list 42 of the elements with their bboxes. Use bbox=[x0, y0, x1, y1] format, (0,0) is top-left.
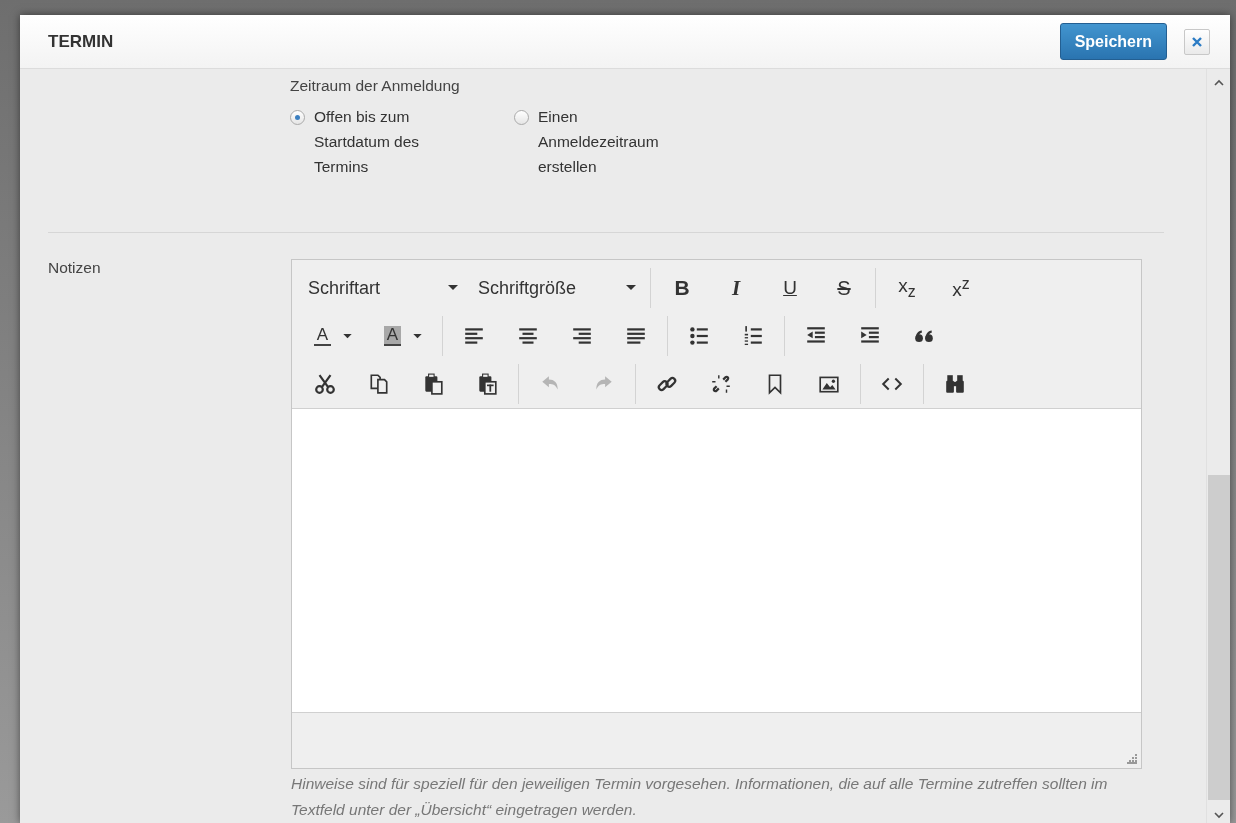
scrollbar[interactable] bbox=[1206, 69, 1230, 823]
binoculars-icon bbox=[944, 373, 966, 395]
copy-icon bbox=[368, 373, 390, 395]
radio-button[interactable] bbox=[514, 110, 529, 125]
clipboard-icon bbox=[422, 373, 444, 395]
clipboard-text-icon bbox=[476, 373, 498, 395]
superscript-button[interactable]: x$^{z}$ bbox=[934, 271, 988, 305]
caret-icon bbox=[626, 285, 636, 291]
scissors-icon bbox=[314, 373, 336, 395]
align-center-icon bbox=[517, 325, 539, 347]
resize-grip-icon[interactable] bbox=[1127, 754, 1137, 764]
radio-label: Offen bis zum Startdatum des Termins bbox=[314, 107, 421, 177]
align-right-icon bbox=[571, 325, 593, 347]
radio-button[interactable] bbox=[290, 110, 305, 125]
dialog-title: TERMIN bbox=[48, 31, 115, 52]
save-button[interactable]: Speichern bbox=[1059, 23, 1167, 60]
text-color-button[interactable]: A bbox=[298, 319, 368, 353]
scroll-up-icon[interactable] bbox=[1213, 79, 1224, 86]
bold-button[interactable]: B bbox=[655, 271, 709, 305]
justify-icon bbox=[625, 325, 647, 347]
italic-button[interactable]: I bbox=[709, 271, 763, 305]
font-dropdown[interactable]: Schriftart bbox=[298, 271, 468, 305]
caret-icon bbox=[448, 285, 458, 291]
strikethrough-button[interactable]: S bbox=[817, 271, 871, 305]
caret-icon bbox=[413, 333, 423, 339]
align-left-icon bbox=[463, 325, 485, 347]
close-icon bbox=[1191, 35, 1203, 48]
background-color-button[interactable]: A bbox=[368, 319, 438, 353]
radio-label: Einen Anmeldezeitraum erstellen bbox=[538, 107, 660, 177]
subscript-button[interactable]: x$_{z}$ bbox=[880, 271, 934, 305]
close-button[interactable] bbox=[1184, 28, 1210, 55]
caret-icon bbox=[343, 333, 353, 339]
numbered-list-icon bbox=[742, 325, 764, 347]
field-label: Zeitraum der Anmeldung bbox=[290, 77, 460, 95]
hint-text: Hinweise sind für speziell für den jeweiligen Termin vorgesehen. Informationen, die auf alle Termine zutreffen sollten im Textfeld unter der „Übersicht“ eingetragen werden. bbox=[291, 774, 1109, 820]
font-size-dropdown[interactable]: Schriftgröße bbox=[468, 271, 646, 305]
underline-button[interactable]: U bbox=[763, 271, 817, 305]
broken-link-icon bbox=[710, 373, 732, 395]
field-label: Notizen bbox=[48, 259, 102, 278]
scrollbar-thumb[interactable] bbox=[1207, 475, 1230, 800]
bulleted-list-icon bbox=[688, 325, 710, 347]
scroll-down-icon[interactable] bbox=[1213, 812, 1224, 819]
